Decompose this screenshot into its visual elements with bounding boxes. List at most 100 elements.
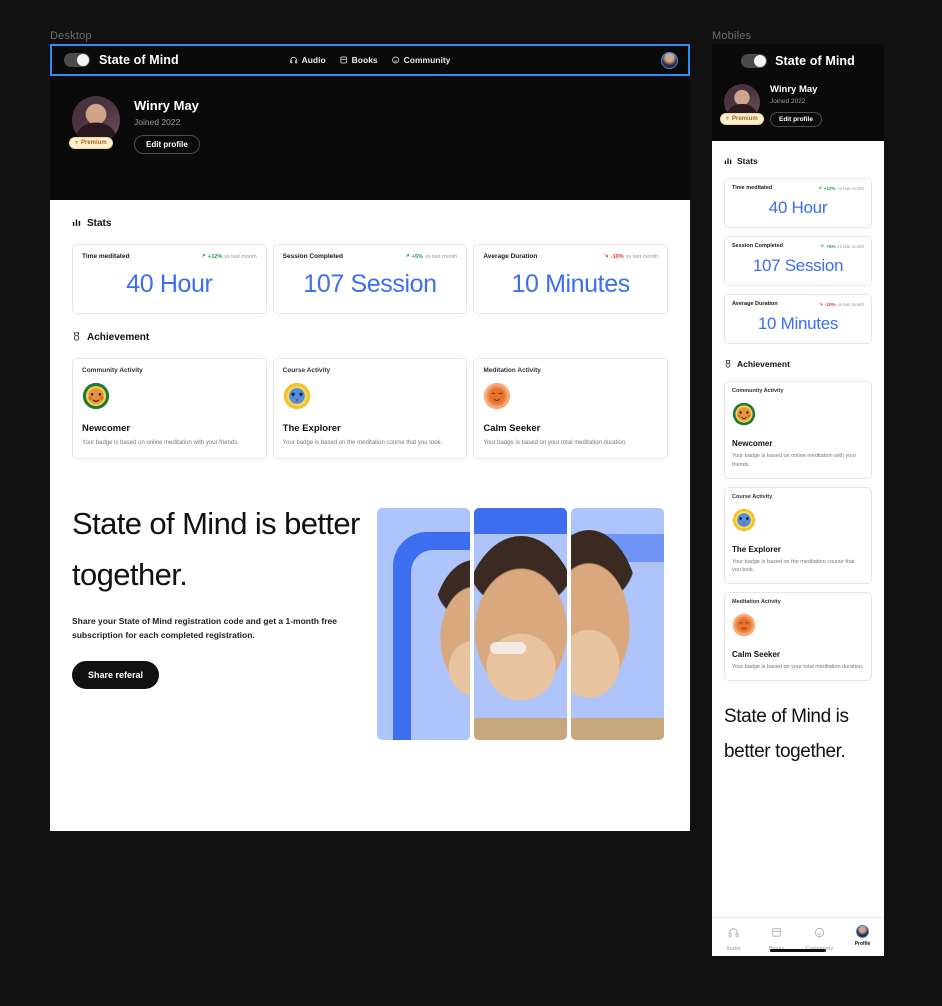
home-indicator (770, 949, 826, 952)
stat-percent: +5% (411, 253, 423, 260)
top-navigation: Audio Books Community (289, 55, 451, 65)
mobile-brand[interactable]: State of Mind (724, 54, 872, 68)
premium-label: Premium (732, 116, 758, 122)
nav-item-audio[interactable]: Audio (289, 55, 326, 65)
achievement-kind: Community Activity (82, 367, 143, 374)
profile-name: Winry May (134, 98, 199, 113)
stat-vs: vs last month (837, 301, 864, 307)
toggle-switch-icon[interactable] (741, 54, 768, 68)
nav-label-community: Community (403, 55, 451, 65)
brand-name: State of Mind (99, 53, 179, 67)
stat-percent: +5% (826, 243, 836, 249)
smiley-icon (814, 925, 825, 943)
stat-delta: +12% vs last month (201, 253, 257, 260)
achievement-card: Course Activity The Explorer Your badge … (272, 358, 468, 460)
referral-image-panel-3 (571, 508, 664, 741)
headphones-icon (728, 925, 739, 943)
tab-books[interactable]: Books (755, 925, 798, 952)
tab-audio[interactable]: Audio (712, 925, 755, 952)
green-face-badge (82, 382, 257, 415)
page-title: Stats (737, 156, 758, 166)
profile-avatar[interactable]: Premium (720, 84, 764, 125)
achievement-card: Meditation Activity Calm Seeker Your bad… (473, 358, 669, 460)
stat-label: Average Duration (483, 253, 538, 260)
stat-card: Time meditated +12% vs last month 40 Hou… (72, 244, 267, 314)
mobile-achievement-header: Achievement (712, 344, 884, 373)
stat-value: 40 Hour (768, 198, 828, 217)
achievement-kind: Course Activity (732, 493, 773, 500)
user-avatar (856, 925, 869, 938)
achievement-kind: Meditation Activity (732, 599, 781, 606)
stat-label: Time meditated (732, 185, 773, 191)
stat-delta: +12% vs last month (818, 186, 864, 191)
medal-icon (724, 355, 732, 373)
achievement-desc: Your badge is based on your total medita… (732, 664, 864, 671)
book-icon (340, 56, 348, 64)
stat-delta: -10% vs last month (819, 302, 864, 307)
achievement-desc: Your badge is based on online meditation… (732, 453, 857, 468)
trend-down-icon (819, 302, 823, 307)
achievement-kind: Meditation Activity (483, 367, 541, 374)
trend-up-icon (820, 244, 824, 249)
medal-icon (72, 328, 81, 346)
mobile-stats-list: Time meditated +12% vs last month 40 Hou… (712, 170, 884, 344)
stat-value: 107 Session (752, 256, 844, 275)
trend-up-icon (818, 186, 822, 191)
profile-row: Premium Winry May Joined 2022 Edit profi… (69, 96, 668, 154)
nav-label-books: Books (351, 55, 378, 65)
stat-label: Time meditated (82, 253, 130, 260)
avatar[interactable] (661, 51, 678, 69)
stat-card: Average Duration -10% vs last month 10 M… (473, 244, 669, 314)
achievement-name: The Explorer (732, 544, 781, 554)
edit-profile-button[interactable]: Edit profile (770, 112, 822, 127)
nav-item-books[interactable]: Books (340, 55, 378, 65)
tab-profile[interactable]: Profile (841, 925, 884, 952)
toggle-switch-icon[interactable] (64, 53, 90, 67)
page-title: Stats (87, 217, 112, 229)
stat-percent: +12% (823, 185, 836, 191)
achievement-name: Calm Seeker (732, 650, 781, 660)
stat-vs: vs last month (837, 243, 864, 249)
yellow-face-badge (283, 382, 458, 415)
achievement-desc: Your badge is based on online meditation… (82, 440, 239, 446)
stats-section-header: Stats (50, 200, 690, 232)
stat-vs: vs last month (625, 253, 659, 260)
bar-chart-icon (724, 152, 732, 170)
achievement-section-header: Achievement (50, 314, 690, 346)
edit-profile-button[interactable]: Edit profile (134, 135, 200, 154)
achievement-card: Community Activity Newcomer Your badge i… (724, 381, 872, 479)
profile-avatar[interactable]: Premium (69, 96, 120, 149)
yellow-face-badge (732, 508, 864, 537)
screenshot-canvas: Desktop Mobiles State of Mind Audio Book… (0, 0, 942, 1006)
mobile-profile-info: Winry May Joined 2022 Edit profile (770, 84, 822, 127)
desktop-topbar: State of Mind Audio Books Community (50, 44, 690, 76)
referral-section: State of Mind is better together. Share … (50, 459, 690, 741)
nav-item-community[interactable]: Community (392, 55, 451, 65)
trophy-icon (725, 116, 730, 123)
referral-image-panel-2 (474, 508, 567, 741)
nav-label-audio: Audio (301, 55, 326, 65)
profile-name: Winry May (770, 84, 818, 95)
mobile-frame: State of Mind Premium Winry May Joined 2… (712, 44, 884, 956)
mobile-achievement-list: Community Activity Newcomer Your badge i… (712, 373, 884, 681)
referral-image-panel-1 (377, 508, 470, 741)
achievement-card: Community Activity Newcomer Your badge i (72, 358, 267, 460)
stat-value: 107 Session (303, 270, 437, 298)
achievement-name: Newcomer (82, 423, 131, 434)
referral-copy: State of Mind is better together. Share … (72, 499, 367, 740)
desktop-frame-label: Desktop (50, 30, 92, 42)
smiley-icon (392, 56, 400, 64)
mobile-profile-row: Premium Winry May Joined 2022 Edit profi… (720, 84, 872, 127)
share-referral-button[interactable]: Share referal (72, 660, 160, 689)
stat-vs: vs last month (837, 185, 864, 191)
orange-face-badge (732, 613, 864, 642)
stat-percent: -10% (610, 253, 624, 260)
stat-value: 10 Minutes (511, 270, 631, 298)
bar-chart-icon (72, 214, 81, 232)
trend-up-icon (201, 253, 206, 260)
brand[interactable]: State of Mind (64, 53, 179, 67)
achievement-name: Newcomer (732, 439, 773, 448)
achievement-kind: Community Activity (732, 388, 784, 394)
tab-community[interactable]: Community (798, 925, 841, 952)
stat-percent: -10% (824, 301, 836, 307)
